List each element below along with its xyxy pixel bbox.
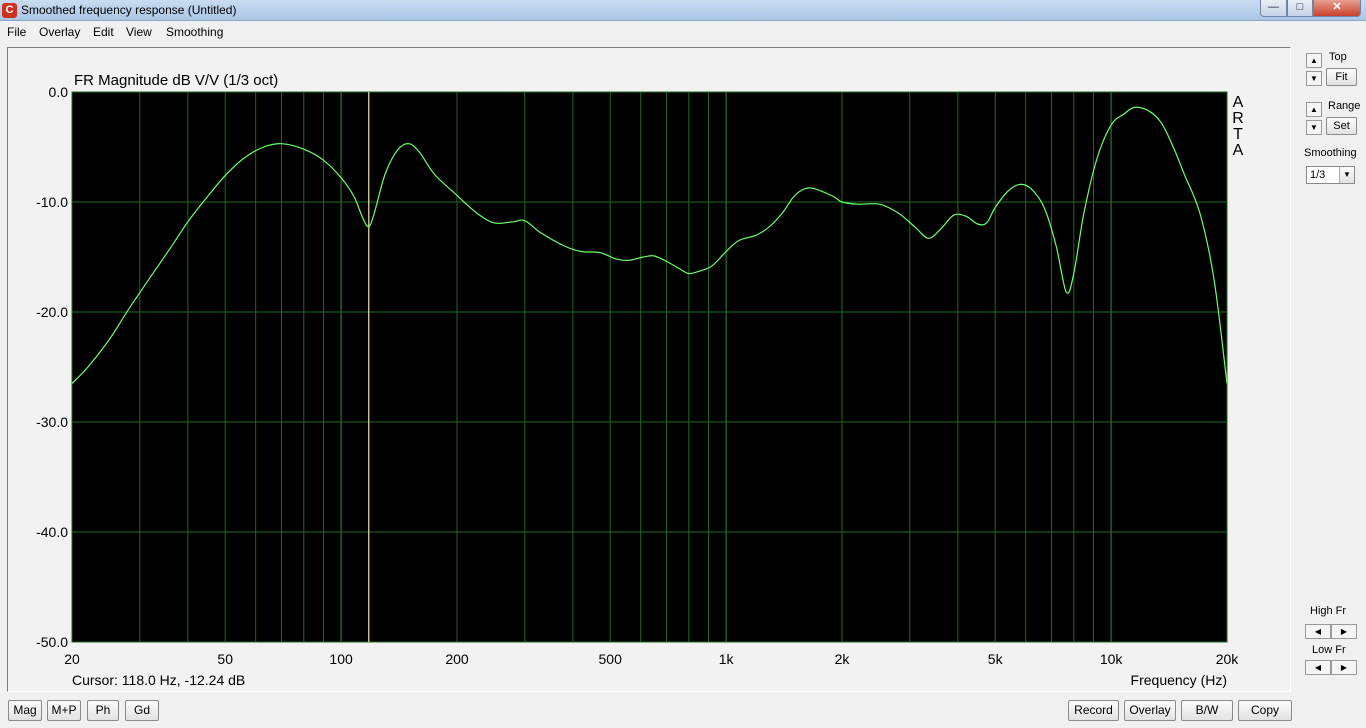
range-up-arrow[interactable]: ▲	[1306, 102, 1322, 117]
x-tick-label: 100	[329, 651, 353, 667]
y-tick-label: -10.0	[36, 194, 68, 210]
y-tick-label: -40.0	[36, 524, 68, 540]
low-fr-right-arrow[interactable]: ▶	[1331, 660, 1357, 675]
y-tick-label: 0.0	[49, 84, 69, 100]
title-bar: C Smoothed frequency response (Untitled)…	[0, 0, 1366, 21]
group-delay-button[interactable]: Gd	[125, 700, 159, 721]
x-tick-label: 500	[599, 651, 623, 667]
plot-panel[interactable]: 0.0 -10.0 -20.0 -30.0 -40.0 -50.0 20 50 100 200 50…	[7, 47, 1291, 692]
x-axis-label: Frequency (Hz)	[1131, 672, 1227, 688]
arta-watermark-letter: T	[1233, 126, 1243, 143]
arta-app-icon: C	[2, 3, 17, 18]
y-tick-label: -50.0	[36, 634, 68, 650]
menu-file[interactable]: File	[7, 25, 26, 39]
high-fr-right-arrow[interactable]: ▶	[1331, 624, 1357, 639]
x-tick-label: 5k	[988, 651, 1004, 667]
smoothing-select[interactable]: 1/3 ▼	[1306, 166, 1355, 184]
high-fr-label: High Fr	[1310, 605, 1347, 617]
top-down-arrow[interactable]: ▼	[1306, 71, 1322, 86]
phase-button[interactable]: Ph	[87, 700, 119, 721]
high-fr-left-arrow[interactable]: ◀	[1305, 624, 1331, 639]
chart-title: FR Magnitude dB V/V (1/3 oct)	[74, 72, 278, 89]
smoothing-label: Smoothing	[1304, 147, 1357, 159]
mag-button[interactable]: Mag	[8, 700, 42, 721]
fit-button[interactable]: Fit	[1326, 68, 1357, 86]
range-down-arrow[interactable]: ▼	[1306, 120, 1322, 135]
plot-area	[71, 91, 1228, 643]
bw-button[interactable]: B/W	[1181, 700, 1233, 721]
set-button[interactable]: Set	[1326, 117, 1357, 135]
mag-phase-button[interactable]: M+P	[47, 700, 81, 721]
y-tick-label: -30.0	[36, 414, 68, 430]
low-fr-left-arrow[interactable]: ◀	[1305, 660, 1331, 675]
top-up-arrow[interactable]: ▲	[1306, 53, 1322, 68]
menu-smoothing[interactable]: Smoothing	[166, 25, 223, 39]
copy-button[interactable]: Copy	[1238, 700, 1292, 721]
menu-view[interactable]: View	[126, 25, 152, 39]
record-button[interactable]: Record	[1068, 700, 1119, 721]
x-tick-label: 20k	[1216, 651, 1240, 667]
menu-bar: File Overlay Edit View Smoothing	[0, 22, 1366, 42]
y-tick-label: -20.0	[36, 304, 68, 320]
smoothing-value: 1/3	[1310, 169, 1326, 181]
window-title: Smoothed frequency response (Untitled)	[21, 3, 237, 17]
cursor-readout: Cursor: 118.0 Hz, -12.24 dB	[72, 672, 245, 688]
x-tick-label: 1k	[719, 651, 735, 667]
frequency-response-chart[interactable]: 0.0 -10.0 -20.0 -30.0 -40.0 -50.020 50 100 200 50…	[8, 48, 1290, 691]
close-button[interactable]: ✕	[1313, 0, 1361, 17]
x-tick-label: 10k	[1100, 651, 1124, 667]
arta-watermark-letter: R	[1232, 110, 1244, 127]
menu-overlay[interactable]: Overlay	[39, 25, 80, 39]
x-tick-label: 200	[445, 651, 469, 667]
range-label: Range	[1328, 100, 1361, 112]
x-tick-label: 20	[64, 651, 80, 667]
maximize-button[interactable]: □	[1287, 0, 1313, 17]
x-tick-label: 50	[217, 651, 233, 667]
arta-watermark-letter: A	[1233, 142, 1244, 159]
x-tick-label: 2k	[835, 651, 851, 667]
overlay-button[interactable]: Overlay	[1124, 700, 1176, 721]
minimize-button[interactable]: —	[1260, 0, 1287, 17]
menu-edit[interactable]: Edit	[93, 25, 114, 39]
low-fr-label: Low Fr	[1312, 644, 1346, 656]
arta-watermark-letter: A	[1233, 94, 1244, 111]
chevron-down-icon[interactable]: ▼	[1339, 167, 1354, 183]
top-label: Top	[1329, 51, 1347, 63]
